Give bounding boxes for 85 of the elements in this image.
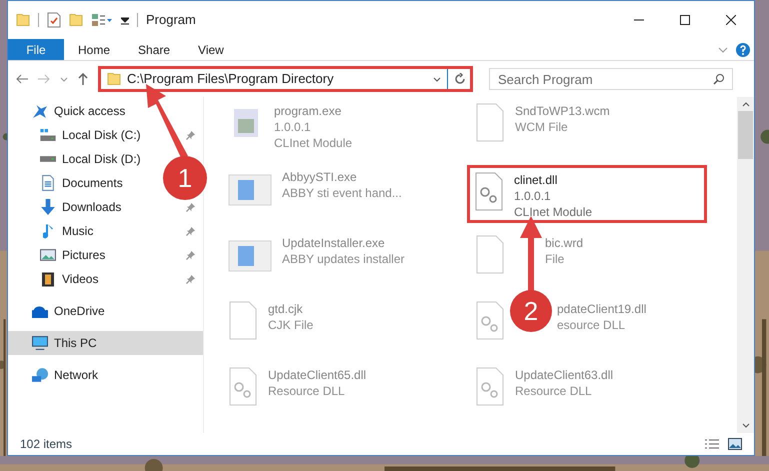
dropdown-caret-icon[interactable] — [433, 76, 441, 82]
file-detail: 1.0.0.1 — [514, 188, 552, 204]
file-name[interactable]: bic.wrd — [545, 235, 584, 251]
gear-file-icon — [474, 172, 504, 212]
expand-ribbon-chevron-icon[interactable] — [718, 46, 728, 52]
gear-file-icon — [475, 301, 505, 341]
gear-file-icon — [475, 367, 505, 407]
search-icon[interactable] — [713, 73, 725, 85]
file-name[interactable]: SndToWP13.wcm — [515, 103, 610, 119]
file-detail: Resource DLL — [268, 383, 346, 399]
search-field[interactable]: Search Program — [489, 68, 733, 90]
pin-icon[interactable] — [186, 130, 195, 140]
pin-star-icon — [33, 104, 47, 118]
download-arrow-icon — [41, 199, 55, 215]
up-arrow-icon[interactable] — [78, 73, 88, 85]
new-folder-icon — [69, 14, 83, 26]
file-name[interactable]: pdateClient19.dll — [557, 301, 646, 317]
folder-icon — [16, 14, 30, 26]
sidebar-item[interactable]: Documents — [40, 171, 123, 195]
file-name[interactable]: program.exe — [274, 103, 352, 119]
monitor-icon — [32, 336, 48, 350]
file-name[interactable]: UpdateInstaller.exe — [282, 235, 405, 251]
pin-icon[interactable] — [186, 250, 195, 260]
picture-icon — [40, 249, 56, 261]
pin-icon[interactable] — [186, 226, 195, 236]
sidebar-item[interactable]: Quick access — [8, 99, 203, 123]
refresh-icon[interactable] — [454, 73, 466, 85]
address-path: C:\Program Files\Program Directory — [127, 70, 334, 88]
file-detail: File — [545, 251, 566, 267]
sidebar-item[interactable]: Music — [40, 219, 94, 243]
file-detail: ABBY sti event hand... — [282, 185, 402, 201]
folder-icon — [107, 73, 121, 85]
file-detail: WCM File — [515, 119, 569, 135]
file-detail: CJK File — [268, 317, 314, 333]
file-name[interactable]: UpdateClient63.dll — [515, 367, 614, 383]
sidebar-item[interactable]: Network — [8, 363, 203, 387]
file-name[interactable]: clinet.dll — [514, 172, 592, 188]
sidebar-item[interactable]: Local Disk (C:) — [40, 123, 141, 147]
sidebar-item[interactable]: Videos — [40, 267, 98, 291]
address-bar[interactable]: C:\Program Files\Program Directory — [98, 66, 473, 92]
file-name[interactable]: gtd.cjk — [268, 301, 314, 317]
file-detail: Resource DLL — [515, 383, 593, 399]
sidebar-item[interactable]: OneDrive — [8, 299, 203, 323]
file-name[interactable]: AbbyySTI.exe — [282, 169, 402, 185]
file-icon — [475, 235, 505, 275]
file-icon — [475, 103, 505, 143]
file-detail: CLInet Module — [274, 135, 352, 151]
scrollbar[interactable] — [737, 97, 754, 433]
document-icon — [42, 175, 54, 191]
scroll-thumb[interactable] — [738, 111, 753, 159]
music-note-icon — [43, 224, 53, 238]
sidebar-item[interactable]: Pictures — [40, 243, 106, 267]
customize-caret-icon[interactable] — [121, 15, 129, 25]
ribbon-tab[interactable]: File — [8, 39, 64, 60]
item-count: 102 items — [20, 436, 72, 453]
properties-check-icon[interactable] — [47, 12, 61, 28]
large-icons-view-icon[interactable] — [728, 438, 742, 450]
view-list-icon[interactable] — [91, 13, 113, 27]
minimize-icon — [634, 19, 644, 21]
pin-icon[interactable] — [186, 274, 195, 284]
file-icon — [228, 301, 258, 341]
details-view-icon[interactable] — [704, 438, 720, 450]
file-detail: 1.0.0.1 — [274, 119, 312, 135]
gear-file-icon — [228, 367, 258, 407]
window-title: Program — [146, 11, 196, 30]
cloud-icon — [32, 304, 48, 318]
back-arrow-icon[interactable] — [16, 74, 28, 84]
file-name[interactable]: UpdateClient65.dll — [268, 367, 366, 383]
sidebar-item[interactable]: This PC — [8, 331, 203, 355]
sidebar-item[interactable]: Local Disk (D:) — [40, 147, 141, 171]
network-globe-icon — [32, 368, 48, 382]
ribbon-tab[interactable]: Share — [124, 39, 184, 60]
file-detail: esource DLL — [557, 317, 626, 333]
disk-icon — [40, 129, 56, 141]
help-icon[interactable] — [736, 42, 750, 56]
film-icon — [42, 272, 54, 286]
close-icon — [726, 15, 736, 25]
file-detail: ABBY updates installer — [282, 251, 405, 267]
recent-caret-icon[interactable] — [60, 76, 68, 82]
pin-icon[interactable] — [186, 202, 195, 212]
maximize-icon — [680, 15, 690, 25]
file-detail: CLInet Module — [514, 204, 592, 220]
ribbon-tab[interactable]: View — [184, 39, 238, 60]
ribbon-tab[interactable]: Home — [64, 39, 124, 60]
sidebar-item[interactable]: Downloads — [40, 195, 122, 219]
